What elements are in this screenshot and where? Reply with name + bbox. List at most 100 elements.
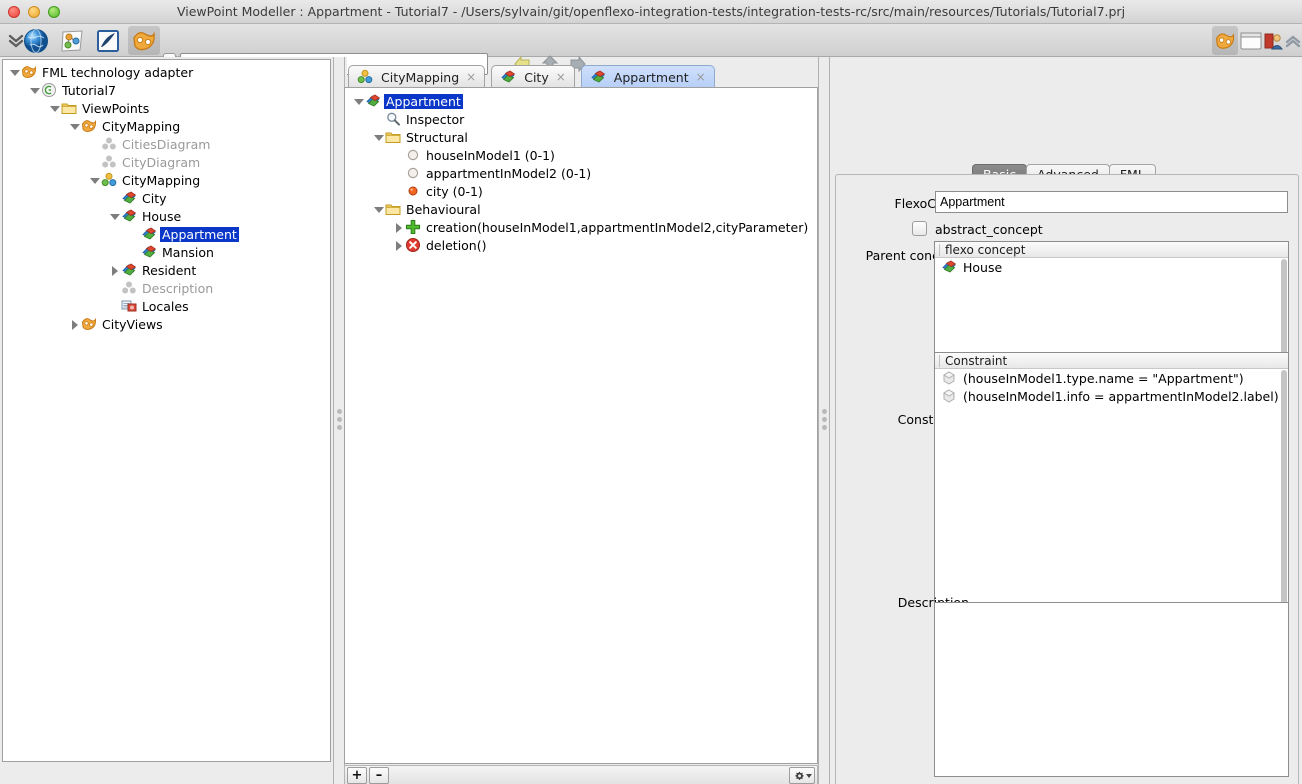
folder-icon	[385, 201, 401, 217]
parent-concepts-column-label: flexo concept	[945, 242, 1026, 257]
constraint-row[interactable]: (houseInModel1.type.name = "Appartment")	[935, 369, 1288, 387]
twisty-placeholder	[393, 167, 405, 179]
sidebar-item-row[interactable]: CityViews	[3, 315, 330, 333]
editor-gear-button[interactable]	[789, 767, 815, 784]
chevron-down-icon[interactable]	[89, 174, 101, 186]
collapse-chevrons-icon[interactable]	[1283, 26, 1302, 55]
sidebar-item-label: CityMapping	[122, 172, 201, 188]
sidebar-item-label: Resident	[142, 262, 197, 278]
parent-concept-row[interactable]: House	[935, 258, 1288, 276]
chevron-right-icon[interactable]	[393, 221, 405, 233]
abstract-concept-checkbox[interactable]	[912, 221, 927, 236]
concept-tree-item-row[interactable]: deletion()	[345, 236, 817, 254]
zoom-button[interactable]	[48, 6, 60, 18]
close-button[interactable]	[8, 6, 20, 18]
splitter-grip[interactable]	[337, 408, 342, 433]
folder-icon	[61, 100, 77, 116]
flexoconcept-icon	[941, 259, 957, 275]
chevron-down-icon[interactable]	[373, 131, 385, 143]
editor-add-button[interactable]: +	[347, 767, 367, 784]
sidebar-item-row[interactable]: CityDiagram	[3, 153, 330, 171]
sidebar-item-row[interactable]: House	[3, 207, 330, 225]
chevron-down-icon[interactable]	[69, 120, 81, 132]
concept-tree-item-row[interactable]: appartmentInModel2 (0-1)	[345, 164, 817, 182]
sidebar-item-row[interactable]: Mansion	[3, 243, 330, 261]
project-tree[interactable]: FML technology adapter Tutorial7 ViewPoint…	[2, 59, 331, 762]
twisty-placeholder	[393, 149, 405, 161]
sidebar-item-row[interactable]: CityMapping	[3, 171, 330, 189]
locales-icon	[121, 298, 137, 314]
virtualmodel-icon	[101, 172, 117, 188]
gear-icon	[794, 771, 804, 780]
chevron-down-icon[interactable]	[49, 102, 61, 114]
constraint-text: (houseInModel1.type.name = "Appartment")	[963, 370, 1244, 386]
application-window: ViewPoint Modeller : Appartment - Tutori…	[0, 0, 1302, 784]
sidebar-item-row[interactable]: FML technology adapter	[3, 63, 330, 81]
editor-tab-label: City	[524, 69, 549, 85]
concept-tree-item-row[interactable]: Behavioural	[345, 200, 817, 218]
sidebar-item-row[interactable]: CityMapping	[3, 117, 330, 135]
sidebar-item-label: ViewPoints	[82, 100, 150, 116]
chevron-down-icon[interactable]	[373, 203, 385, 215]
concept-tree-item-label: Behavioural	[406, 201, 481, 217]
editor-remove-button[interactable]: –	[369, 767, 389, 784]
concept-tree[interactable]: Appartment Inspector Structural houseInMode…	[344, 87, 818, 764]
chevron-down-icon[interactable]	[109, 210, 121, 222]
close-icon[interactable]: ×	[466, 70, 476, 84]
chevron-down-icon	[805, 773, 812, 778]
window-icon[interactable]	[1238, 26, 1264, 55]
editor-tab-citymapping[interactable]: CityMapping ×	[348, 65, 486, 88]
sidebar-item-row[interactable]: Locales	[3, 297, 330, 315]
concept-tree-item-row[interactable]: Inspector	[345, 110, 817, 128]
chevron-right-icon[interactable]	[69, 318, 81, 330]
sidebar-item-row[interactable]: CitiesDiagram	[3, 135, 330, 153]
twisty-placeholder	[373, 113, 385, 125]
constraint-icon	[941, 370, 957, 386]
concept-tree-item-label: Inspector	[406, 111, 465, 127]
flexoconcept-icon	[121, 262, 137, 278]
editor-tab-appartment[interactable]: Appartment ×	[580, 65, 715, 88]
sidebar-item-row[interactable]: City	[3, 189, 330, 207]
twisty-placeholder	[109, 300, 121, 312]
concept-tree-item-row[interactable]: Appartment	[345, 92, 817, 110]
chevron-down-icon[interactable]	[29, 84, 41, 96]
sidebar-item-row[interactable]: Description	[3, 279, 330, 297]
editor-tab-label: CityMapping	[381, 69, 460, 85]
chevron-right-icon[interactable]	[109, 264, 121, 276]
sidebar-item-row[interactable]: Tutorial7	[3, 81, 330, 99]
splitter-grip[interactable]	[822, 408, 827, 433]
chevron-right-icon[interactable]	[393, 239, 405, 251]
role-orange-icon	[405, 183, 421, 199]
constraints-list[interactable]: Constraint (houseInModel1.type.name = "A…	[934, 352, 1289, 629]
constraint-row[interactable]: (houseInModel1.info = appartmentInModel2…	[935, 387, 1288, 405]
chevron-down-icon[interactable]	[353, 95, 365, 107]
close-icon[interactable]: ×	[696, 70, 706, 84]
close-icon[interactable]: ×	[556, 70, 566, 84]
editor-tab-city[interactable]: City ×	[491, 65, 575, 88]
description-textarea[interactable]	[934, 602, 1289, 777]
concept-tree-item-label: appartmentInModel2 (0-1)	[426, 165, 592, 181]
fml-mask-icon-right[interactable]	[1212, 26, 1238, 55]
concept-tree-item-row[interactable]: houseInModel1 (0-1)	[345, 146, 817, 164]
editor-tabstrip: CityMapping × City × Appartment ×	[344, 60, 818, 88]
concept-tree-item-row[interactable]: Structural	[345, 128, 817, 146]
concept-tree-item-row[interactable]: creation(houseInModel1,appartmentInModel…	[345, 218, 817, 236]
flexoconcept-icon	[590, 69, 606, 85]
minimize-button[interactable]	[28, 6, 40, 18]
chevron-down-icon[interactable]	[9, 66, 21, 78]
right-splitter[interactable]	[818, 57, 832, 784]
abstract-concept-label: abstract_concept	[935, 222, 1043, 237]
sidebar-item-row[interactable]: Appartment	[3, 225, 330, 243]
editor-icon[interactable]	[92, 26, 124, 55]
globe-icon[interactable]	[20, 26, 52, 55]
sidebar-item-label: City	[142, 190, 167, 206]
diagram-icon[interactable]	[56, 26, 88, 55]
sidebar-item-row[interactable]: Resident	[3, 261, 330, 279]
concept-tree-item-row[interactable]: city (0-1)	[345, 182, 817, 200]
concept-tree-item-label: deletion()	[426, 237, 487, 253]
flexoconcept-icon	[121, 190, 137, 206]
sidebar-item-row[interactable]: ViewPoints	[3, 99, 330, 117]
constraints-scrollbar[interactable]	[1281, 370, 1287, 628]
flexoconcept-input[interactable]	[935, 191, 1288, 213]
fml-mask-icon[interactable]	[128, 26, 160, 55]
